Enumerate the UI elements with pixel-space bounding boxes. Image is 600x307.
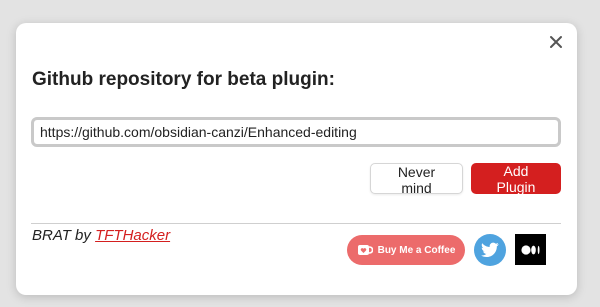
- twitter-bird-icon: [481, 242, 499, 258]
- medium-logo-icon: [520, 244, 539, 255]
- coffee-label: Buy Me a Coffee: [377, 244, 456, 256]
- close-icon: [550, 36, 562, 48]
- brat-credit: BRAT by TFTHacker: [32, 227, 170, 244]
- author-link[interactable]: TFTHacker: [95, 227, 170, 244]
- coffee-cup-icon: [357, 243, 373, 257]
- repository-url-input[interactable]: [31, 117, 561, 147]
- twitter-link[interactable]: [474, 234, 506, 266]
- footer-divider: [31, 223, 561, 224]
- credit-prefix: BRAT by: [32, 227, 96, 244]
- modal-title: Github repository for beta plugin:: [32, 69, 335, 90]
- never-mind-button[interactable]: Never mind: [370, 163, 463, 196]
- medium-link[interactable]: [515, 234, 546, 265]
- add-beta-plugin-modal: Github repository for beta plugin: Never…: [16, 23, 577, 295]
- buy-me-a-coffee-button[interactable]: Buy Me a Coffee: [347, 235, 465, 265]
- close-button[interactable]: [545, 31, 567, 53]
- add-plugin-button[interactable]: Add Plugin: [471, 163, 561, 195]
